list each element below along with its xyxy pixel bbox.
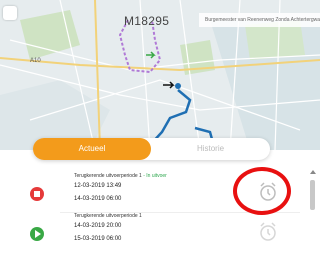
map-view[interactable]: M18295 Burgemeester van Reenenweg Zonda … xyxy=(0,0,320,150)
map-pin-icon[interactable] xyxy=(3,6,17,20)
scroll-thumb[interactable] xyxy=(310,180,315,210)
row-title: Terugkerende uitvoerperiode 1 xyxy=(74,213,142,219)
scrollbar[interactable] xyxy=(309,170,317,252)
row-title: Terugkerende uitvoerperiode 1 - In uitvo… xyxy=(74,173,167,179)
end-date: 14-03-2019 06:00 xyxy=(74,196,122,202)
alarm-clock-icon[interactable] xyxy=(259,222,277,242)
play-icon[interactable] xyxy=(30,227,44,241)
road-label: A10 xyxy=(30,58,41,64)
highlight-circle xyxy=(233,167,291,215)
end-date: 15-03-2019 06:00 xyxy=(74,236,122,242)
map-banner: Burgemeester van Reenenweg Zonda Achtert… xyxy=(199,13,320,27)
stop-icon[interactable] xyxy=(30,187,44,201)
vehicle-code: M18295 xyxy=(124,14,170,28)
tab-bar: Actueel Historie xyxy=(33,138,270,160)
tab-actueel[interactable]: Actueel xyxy=(33,138,151,160)
start-date: 12-03-2019 13:49 xyxy=(74,183,122,189)
tab-historie[interactable]: Historie xyxy=(151,138,270,160)
list-item[interactable]: Terugkerende uitvoerperiode 1 14-03-2019… xyxy=(0,213,310,253)
start-date: 14-03-2019 20:00 xyxy=(74,223,122,229)
scroll-up-icon[interactable] xyxy=(310,170,316,174)
